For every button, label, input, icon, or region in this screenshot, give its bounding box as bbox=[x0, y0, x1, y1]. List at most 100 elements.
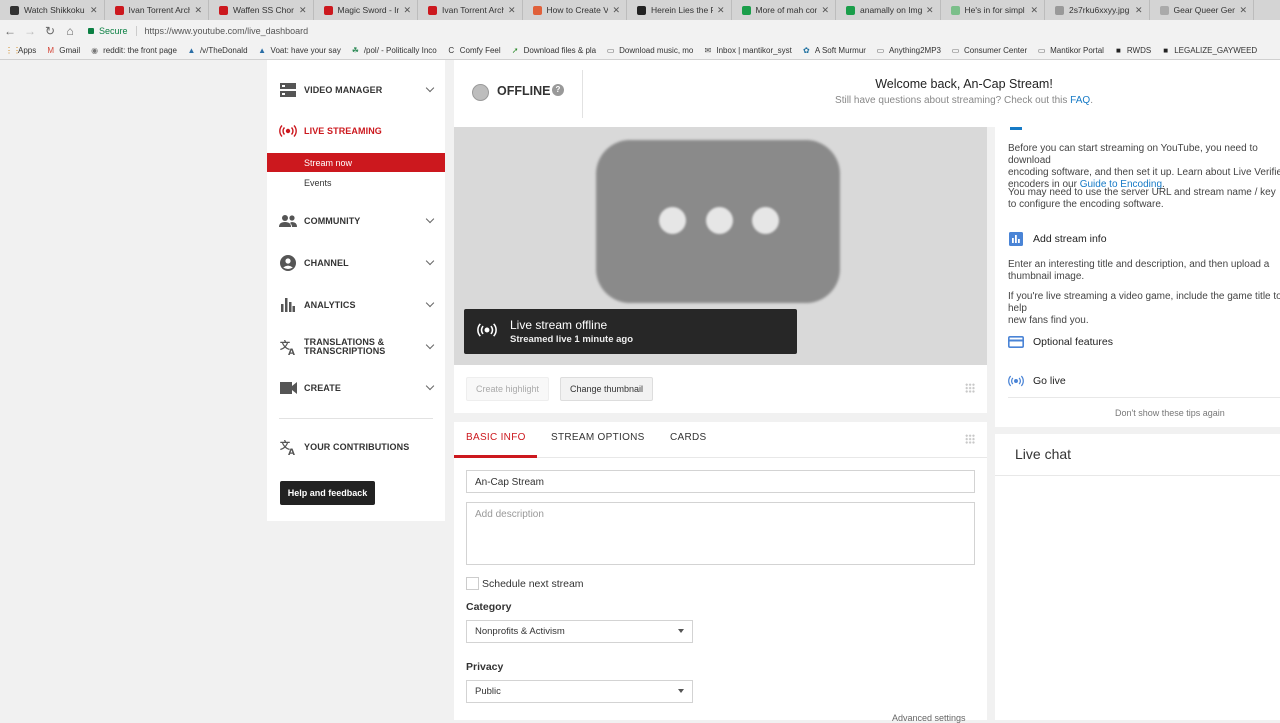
privacy-select[interactable]: Public bbox=[466, 680, 693, 703]
translations-label: TRANSLATIONS & TRANSCRIPTIONS bbox=[304, 337, 386, 356]
browser-tab[interactable]: Waffen SS Chor - ✕ bbox=[209, 0, 314, 20]
tab-stream-options[interactable]: STREAM OPTIONS bbox=[551, 432, 645, 443]
tab-basic-info[interactable]: BASIC INFO bbox=[466, 432, 526, 443]
close-icon[interactable]: ✕ bbox=[1239, 5, 1247, 16]
bookmark-item[interactable]: ✿ A Soft Murmur bbox=[797, 46, 871, 55]
close-icon[interactable]: ✕ bbox=[612, 5, 620, 16]
close-icon[interactable]: ✕ bbox=[1135, 5, 1143, 16]
sidebar-item-channel[interactable]: CHANNEL bbox=[267, 249, 445, 277]
voat-icon: ▲ bbox=[258, 46, 266, 55]
category-select[interactable]: Nonprofits & Activism bbox=[466, 620, 693, 643]
lock-icon bbox=[88, 28, 94, 34]
bookmark-item[interactable]: ✉ Inbox | mantikor_syst bbox=[698, 46, 796, 55]
bookmark-item[interactable]: ▲ Voat: have your say bbox=[253, 46, 346, 55]
sidebar-item-live-streaming[interactable]: LIVE STREAMING bbox=[267, 117, 445, 145]
bookmark-item[interactable]: M Gmail bbox=[41, 46, 85, 55]
bookmark-item[interactable]: ☘/pol/ - Politically Inco bbox=[346, 46, 442, 55]
close-icon[interactable]: ✕ bbox=[194, 5, 202, 16]
back-arrow-icon[interactable]: ← bbox=[0, 24, 20, 38]
people-icon bbox=[279, 213, 297, 229]
sidebar-item-stream-now[interactable]: Stream now bbox=[267, 153, 445, 172]
tab-favicon-icon bbox=[846, 5, 855, 15]
bookmark-item[interactable]: ▭ Consumer Center bbox=[946, 46, 1032, 55]
tab-favicon-icon bbox=[1159, 5, 1169, 15]
browser-tab[interactable]: Magic Sword - Imr✕ bbox=[314, 0, 418, 20]
close-icon[interactable]: ✕ bbox=[403, 5, 411, 16]
sidebar-item-community[interactable]: COMMUNITY bbox=[267, 207, 445, 235]
page-icon: ▭ bbox=[1037, 46, 1046, 55]
drag-handle-icon[interactable] bbox=[965, 434, 975, 444]
description-field[interactable]: Add description bbox=[466, 502, 975, 565]
browser-tab[interactable]: Watch Shikkoku no✕ bbox=[0, 0, 105, 20]
sidebar-item-analytics[interactable]: ANALYTICS bbox=[267, 291, 445, 319]
sidebar: VIDEO MANAGER LIVE STREAMING Stream now … bbox=[267, 60, 445, 521]
address-bar: ← → ↻ ⌂ Secure https://www.youtube.com/l… bbox=[0, 20, 1280, 42]
bookmark-item[interactable]: ▭ Anything2MP3 bbox=[871, 46, 946, 55]
tab-cards[interactable]: CARDS bbox=[670, 432, 707, 443]
bookmark-item[interactable]: ◉ reddit: the front page bbox=[85, 46, 182, 55]
drag-handle-icon[interactable] bbox=[965, 383, 975, 393]
active-tab-underline bbox=[454, 455, 537, 458]
bookmark-item[interactable]: ▭ Mantikor Portal bbox=[1032, 46, 1109, 55]
close-icon[interactable]: ✕ bbox=[90, 5, 98, 16]
bookmark-item[interactable]: ▲/v/TheDonald bbox=[182, 46, 253, 55]
video-preview[interactable]: Live stream offline Streamed live 1 minu… bbox=[454, 127, 987, 365]
browser-tab[interactable]: anamally on Imgu ✕ bbox=[836, 0, 941, 20]
close-icon[interactable]: ✕ bbox=[1030, 5, 1038, 16]
url-field[interactable]: https://www.youtube.com/live_dashboard bbox=[135, 26, 308, 36]
bookmark-item[interactable]: ▭ Download music, mo bbox=[601, 46, 698, 55]
bookmark-item[interactable]: C Comfy Feel bbox=[442, 46, 506, 55]
dropdown-arrow-icon bbox=[678, 629, 684, 633]
dropdown-arrow-icon bbox=[678, 689, 684, 693]
browser-tab[interactable]: How to Create Vi ✕ bbox=[523, 0, 627, 20]
browser-tab[interactable]: Ivan Torrent Archi ✕ bbox=[418, 0, 523, 20]
title-field[interactable]: An-Cap Stream bbox=[466, 470, 975, 493]
forward-arrow-icon[interactable]: → bbox=[20, 24, 40, 38]
bookmark-item[interactable]: ■ LEGALIZE_GAYWEED bbox=[1156, 46, 1262, 55]
faq-link[interactable]: FAQ bbox=[1070, 95, 1090, 106]
board-icon: ☘ bbox=[351, 46, 359, 55]
bookmark-item[interactable]: ⋮⋮ Apps bbox=[0, 46, 41, 55]
sidebar-item-create[interactable]: CREATE bbox=[267, 374, 445, 402]
sidebar-item-video-manager[interactable]: VIDEO MANAGER bbox=[267, 76, 445, 104]
voat-icon: ▲ bbox=[187, 46, 196, 55]
bookmark-item[interactable]: ➚ Download files & pla bbox=[506, 46, 601, 55]
close-icon[interactable]: ✕ bbox=[299, 5, 307, 16]
svg-text:A: A bbox=[288, 348, 295, 355]
browser-tab[interactable]: Herein Lies the Pr ✕ bbox=[627, 0, 732, 20]
sidebar-item-translations[interactable]: 文A TRANSLATIONS & TRANSCRIPTIONS bbox=[267, 333, 445, 361]
close-icon[interactable]: ✕ bbox=[821, 5, 829, 16]
live-broadcast-icon bbox=[279, 123, 297, 139]
browser-tab[interactable]: 2s7rku6xxyy.jpg ✕ bbox=[1045, 0, 1150, 20]
browser-tab[interactable]: Gear Queer Gene ✕ bbox=[1150, 0, 1254, 20]
tips-divider bbox=[1008, 397, 1280, 398]
apps-icon: ⋮⋮ bbox=[5, 46, 21, 55]
schedule-checkbox[interactable] bbox=[466, 577, 479, 590]
c-icon: C bbox=[448, 46, 455, 55]
close-icon[interactable]: ✕ bbox=[717, 5, 725, 16]
live-broadcast-icon bbox=[1008, 374, 1024, 388]
home-icon[interactable]: ⌂ bbox=[60, 24, 80, 38]
help-question-icon[interactable]: ? bbox=[552, 84, 564, 96]
sidebar-item-events[interactable]: Events bbox=[267, 173, 445, 192]
advanced-settings-link[interactable]: Advanced settings bbox=[892, 713, 966, 723]
reload-icon[interactable]: ↻ bbox=[40, 24, 60, 38]
offline-status-dot bbox=[472, 84, 489, 101]
close-icon[interactable]: ✕ bbox=[508, 5, 516, 16]
help-and-feedback-button[interactable]: Help and feedback bbox=[280, 481, 375, 505]
bookmark-item[interactable]: ■ RWDS bbox=[1109, 46, 1156, 55]
secure-indicator[interactable]: Secure bbox=[88, 26, 128, 36]
browser-tab[interactable]: Ivan Torrent Archi ✕ bbox=[105, 0, 209, 20]
change-thumbnail-button[interactable]: Change thumbnail bbox=[560, 377, 654, 401]
header-divider bbox=[582, 70, 583, 118]
sidebar-item-your-contributions[interactable]: 文A YOUR CONTRIBUTIONS bbox=[267, 433, 445, 461]
browser-tab[interactable]: More of mah com ✕ bbox=[732, 0, 836, 20]
close-icon[interactable]: ✕ bbox=[926, 5, 934, 16]
tip-server-text: You may need to use the server URL and s… bbox=[1008, 187, 1276, 210]
browser-tab[interactable]: He's in for simpl ✕ bbox=[941, 0, 1045, 20]
rwds-icon: ■ bbox=[1163, 46, 1169, 55]
chevron-down-icon bbox=[425, 381, 435, 391]
chevron-down-icon bbox=[425, 214, 435, 224]
create-highlight-button[interactable]: Create highlight bbox=[466, 377, 550, 401]
dont-show-tips-link[interactable]: Don't show these tips again bbox=[1115, 408, 1225, 418]
